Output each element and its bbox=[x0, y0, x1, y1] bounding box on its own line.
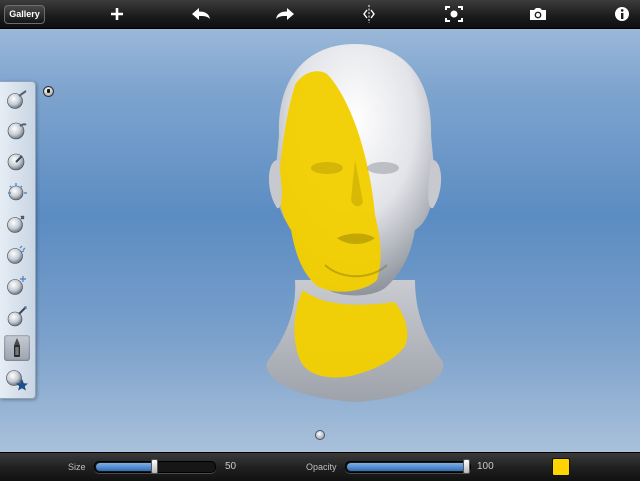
size-value: 50 bbox=[225, 461, 237, 472]
hook-brush-tool[interactable] bbox=[4, 148, 30, 174]
size-label: Size bbox=[68, 462, 86, 472]
opacity-slider[interactable] bbox=[345, 459, 471, 474]
opacity-slider-thumb[interactable] bbox=[463, 459, 470, 474]
plus-icon[interactable] bbox=[106, 4, 128, 24]
smooth-brush-tool[interactable] bbox=[4, 117, 30, 143]
top-toolbar: Gallery bbox=[0, 0, 640, 29]
brush-tool[interactable] bbox=[4, 86, 30, 112]
pinch-brush-tool[interactable] bbox=[4, 210, 30, 236]
sculpt-model-head[interactable] bbox=[255, 40, 455, 410]
material-star-tool[interactable] bbox=[4, 367, 30, 393]
camera-icon[interactable] bbox=[527, 4, 549, 24]
paint-color-swatch[interactable] bbox=[552, 458, 570, 476]
flatten-brush-tool[interactable] bbox=[4, 241, 30, 267]
reset-view-icon[interactable] bbox=[443, 4, 465, 24]
info-icon-small[interactable] bbox=[43, 86, 54, 97]
view-handle[interactable] bbox=[315, 430, 325, 440]
size-slider-fill bbox=[96, 463, 155, 471]
opacity-label: Opacity bbox=[306, 462, 337, 472]
opacity-value: 100 bbox=[477, 461, 494, 472]
spiky-brush-tool[interactable] bbox=[4, 179, 30, 205]
info-icon[interactable] bbox=[611, 4, 633, 24]
crease-brush-tool[interactable] bbox=[4, 303, 30, 329]
symmetry-icon[interactable] bbox=[358, 4, 380, 24]
bottom-toolbar: Size 50 Opacity 100 bbox=[0, 452, 640, 481]
size-slider-thumb[interactable] bbox=[151, 459, 158, 474]
gallery-button[interactable]: Gallery bbox=[4, 5, 45, 24]
paint-pen-tool[interactable] bbox=[4, 335, 30, 361]
redo-arrow-icon[interactable] bbox=[274, 4, 296, 24]
inflate-brush-tool[interactable] bbox=[4, 272, 30, 298]
undo-arrow-icon[interactable] bbox=[190, 4, 212, 24]
size-slider[interactable] bbox=[94, 459, 216, 474]
opacity-slider-fill bbox=[347, 463, 469, 471]
tool-palette bbox=[0, 81, 36, 399]
